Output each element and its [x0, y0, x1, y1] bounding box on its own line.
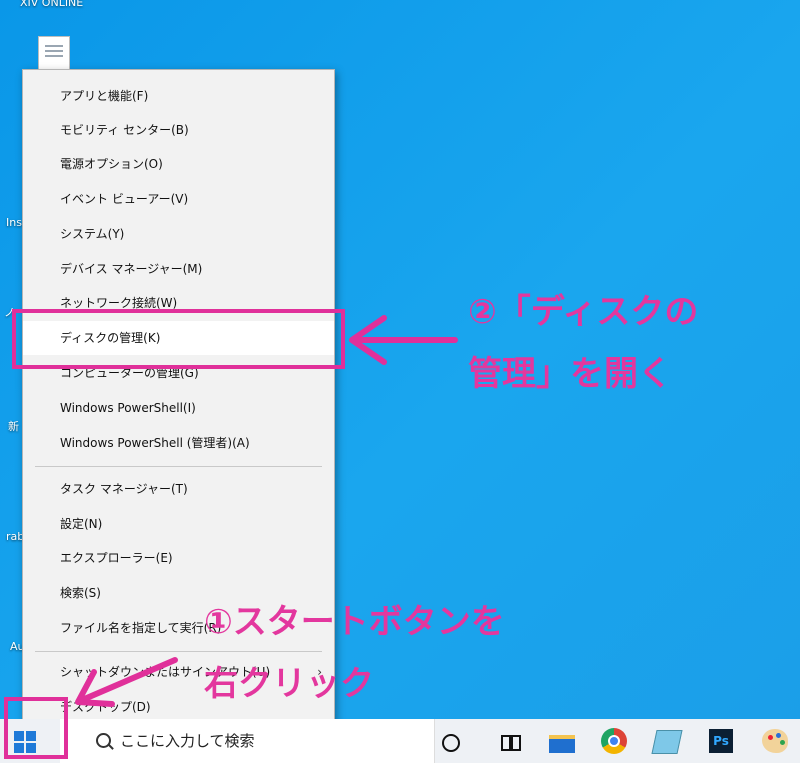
step1-annotation-line1: ①スタートボタンを	[204, 602, 505, 642]
annotation-arrows	[75, 315, 458, 707]
arrow-to-start-button	[79, 657, 178, 703]
step2-annotation-line2: 管理」を開く	[468, 354, 672, 394]
step1-annotation-line2: 右クリック	[204, 664, 374, 704]
step2-annotation-line1: ②「ディスクの	[468, 292, 699, 332]
